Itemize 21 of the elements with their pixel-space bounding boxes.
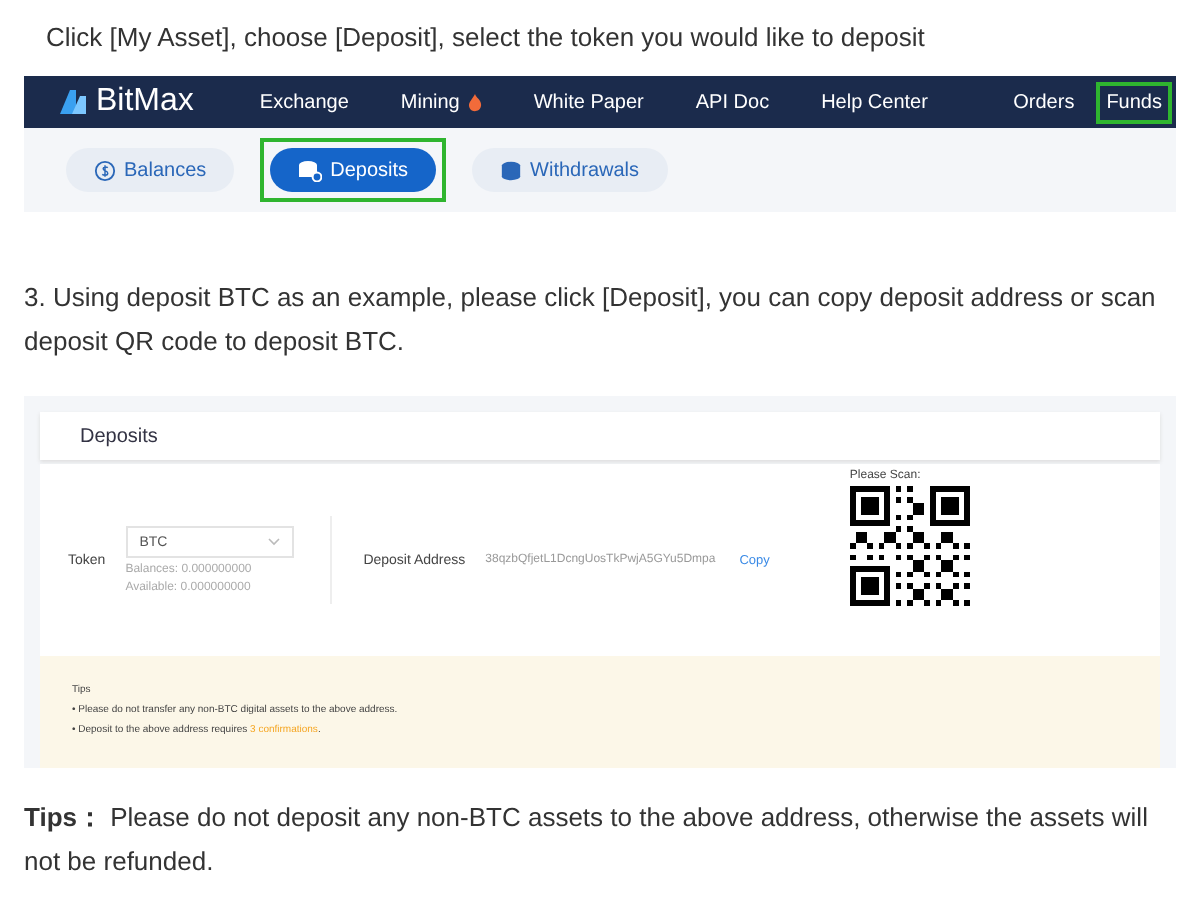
- nav-link[interactable]: API Doc: [685, 81, 780, 123]
- tab[interactable]: Withdrawals: [472, 148, 668, 192]
- instruction-text: Click [My Asset], choose [Deposit], select the token you would like to deposit: [44, 20, 927, 56]
- tab[interactable]: Balances: [66, 148, 235, 192]
- nav-link[interactable]: Funds: [1096, 81, 1172, 123]
- nav-link[interactable]: White Paper: [523, 81, 654, 123]
- panel-title: Deposits: [40, 412, 1160, 460]
- logo-icon: [60, 90, 88, 114]
- database-plus-icon: [298, 159, 323, 181]
- dollar-coin-icon: [94, 159, 116, 181]
- logo-text: BitMax: [96, 84, 194, 120]
- tips-note: Tips： Please do not deposit any non-BTC assets to the above address, otherwise the assets will not be refunded.: [24, 800, 1150, 880]
- step-text: 3. Using deposit BTC as an example, please click [Deposit], you can copy deposit address or scan deposit QR code to deposit BTC.: [24, 280, 1158, 360]
- chevron-down-icon: [267, 538, 280, 546]
- qr-code: [849, 486, 970, 606]
- nav-link[interactable]: Orders: [1003, 81, 1085, 123]
- database-icon: [500, 159, 523, 181]
- tab[interactable]: Deposits: [270, 148, 437, 192]
- nav-link[interactable]: Exchange: [249, 81, 359, 123]
- nav-link[interactable]: Mining: [390, 81, 492, 123]
- nav-link[interactable]: Help Center: [811, 81, 938, 123]
